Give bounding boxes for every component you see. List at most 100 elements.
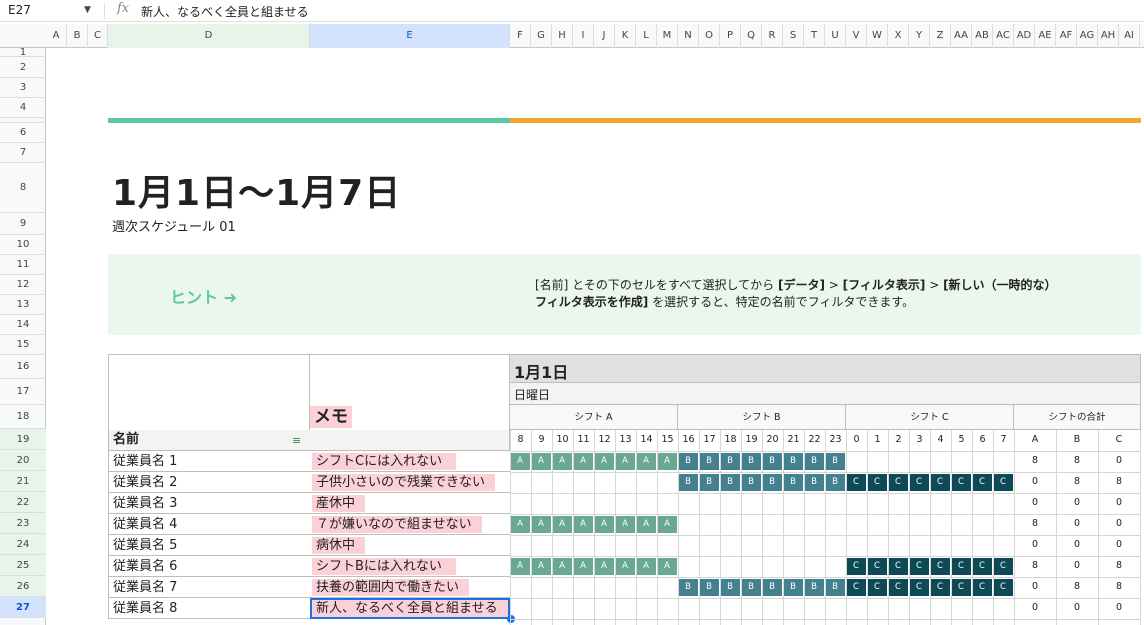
row-header-27[interactable]: 27 [0,597,46,618]
shift-cell-c[interactable]: C [993,474,1014,491]
shift-cell-a[interactable]: A [552,453,573,470]
row-header-16[interactable]: 16 [0,355,46,379]
column-header-ad[interactable]: AD [1014,24,1035,48]
column-header-i[interactable]: I [573,24,594,48]
shift-cell-a[interactable]: A [531,558,552,575]
row-header-23[interactable]: 23 [0,513,46,534]
shift-cell-c[interactable]: C [888,558,909,575]
column-header-f[interactable]: F [510,24,531,48]
shift-cell-a[interactable]: A [636,453,657,470]
shift-cell-a[interactable]: A [573,516,594,533]
row-header-8[interactable]: 8 [0,163,46,213]
shift-cell-a[interactable]: A [615,453,636,470]
shift-cell-c[interactable]: C [888,474,909,491]
column-header-d[interactable]: D [108,24,310,48]
column-header-e[interactable]: E [310,24,510,48]
column-header-s[interactable]: S [783,24,804,48]
shift-cell-b[interactable]: B [678,579,699,596]
shift-cell-c[interactable]: C [888,579,909,596]
shift-cell-c[interactable]: C [867,474,888,491]
column-header-ah[interactable]: AH [1098,24,1119,48]
shift-cell-b[interactable]: B [762,474,783,491]
column-header-n[interactable]: N [678,24,699,48]
shift-cell-b[interactable]: B [762,453,783,470]
row-header-9[interactable]: 9 [0,213,46,235]
column-header-l[interactable]: L [636,24,657,48]
row-header-17[interactable]: 17 [0,379,46,405]
shift-cell-c[interactable]: C [867,579,888,596]
shift-cell-b[interactable]: B [783,579,804,596]
row-header-26[interactable]: 26 [0,576,46,597]
shift-cell-c[interactable]: C [846,558,867,575]
shift-cell-a[interactable]: A [552,558,573,575]
column-header-x[interactable]: X [888,24,909,48]
column-header-j[interactable]: J [594,24,615,48]
shift-cell-b[interactable]: B [741,453,762,470]
shift-cell-b[interactable]: B [762,579,783,596]
shift-cell-c[interactable]: C [846,579,867,596]
column-header-q[interactable]: Q [741,24,762,48]
row-header-15[interactable]: 15 [0,335,46,355]
column-header-ai[interactable]: AI [1119,24,1140,48]
shift-cell-c[interactable]: C [909,558,930,575]
shift-cell-a[interactable]: A [531,453,552,470]
shift-cell-b[interactable]: B [804,579,825,596]
column-header-a[interactable]: A [46,24,67,48]
shift-cell-a[interactable]: A [594,516,615,533]
shift-cell-a[interactable]: A [636,558,657,575]
row-header-13[interactable]: 13 [0,295,46,315]
shift-cell-b[interactable]: B [720,474,741,491]
name-box[interactable]: E27 [8,3,31,17]
formula-input[interactable]: 新人、なるべく全員と組ませる [141,3,309,20]
row-header-3[interactable]: 3 [0,78,46,98]
shift-cell-b[interactable]: B [804,474,825,491]
row-header-11[interactable]: 11 [0,255,46,275]
shift-cell-c[interactable]: C [951,579,972,596]
shift-cell-a[interactable]: A [657,558,678,575]
column-header-aa[interactable]: AA [951,24,972,48]
shift-cell-b[interactable]: B [783,474,804,491]
column-header-k[interactable]: K [615,24,636,48]
shift-cell-b[interactable]: B [741,579,762,596]
shift-cell-a[interactable]: A [615,558,636,575]
shift-cell-c[interactable]: C [930,474,951,491]
shift-cell-b[interactable]: B [783,453,804,470]
row-header-7[interactable]: 7 [0,143,46,163]
shift-cell-a[interactable]: A [510,558,531,575]
column-header-b[interactable]: B [67,24,88,48]
shift-cell-a[interactable]: A [615,516,636,533]
row-header-21[interactable]: 21 [0,471,46,492]
column-header-z[interactable]: Z [930,24,951,48]
row-header-18[interactable]: 18 [0,405,46,429]
column-header-c[interactable]: C [88,24,108,48]
shift-cell-b[interactable]: B [678,474,699,491]
column-header-v[interactable]: V [846,24,867,48]
shift-cell-c[interactable]: C [951,474,972,491]
shift-cell-a[interactable]: A [657,516,678,533]
row-header-4[interactable]: 4 [0,98,46,118]
column-header-m[interactable]: M [657,24,678,48]
shift-cell-c[interactable]: C [951,558,972,575]
column-header-ae[interactable]: AE [1035,24,1056,48]
column-header-ab[interactable]: AB [972,24,993,48]
shift-cell-c[interactable]: C [846,474,867,491]
shift-cell-b[interactable]: B [720,579,741,596]
shift-cell-a[interactable]: A [594,558,615,575]
shift-cell-b[interactable]: B [699,453,720,470]
column-header-w[interactable]: W [867,24,888,48]
shift-cell-c[interactable]: C [909,579,930,596]
shift-cell-b[interactable]: B [741,474,762,491]
row-header-19[interactable]: 19 [0,429,46,450]
shift-cell-c[interactable]: C [993,558,1014,575]
shift-cell-c[interactable]: C [867,558,888,575]
row-header-22[interactable]: 22 [0,492,46,513]
column-header-ac[interactable]: AC [993,24,1014,48]
shift-cell-b[interactable]: B [804,453,825,470]
row-header-14[interactable]: 14 [0,315,46,335]
shift-cell-b[interactable]: B [699,474,720,491]
shift-cell-b[interactable]: B [720,453,741,470]
column-header-af[interactable]: AF [1056,24,1077,48]
shift-cell-c[interactable]: C [930,558,951,575]
filter-icon[interactable]: ≡ [292,434,301,447]
row-header-25[interactable]: 25 [0,555,46,576]
